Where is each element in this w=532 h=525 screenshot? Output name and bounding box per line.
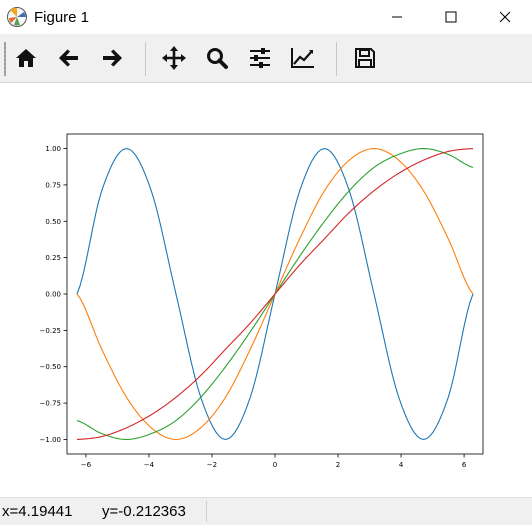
y-tick-label: 0.25: [45, 254, 61, 262]
subplots-icon: [250, 48, 270, 68]
edit-axis-button[interactable]: [287, 42, 319, 74]
forward-arrow-icon: [103, 49, 122, 67]
cursor-y-readout: y=-0.212363: [102, 503, 186, 520]
cursor-x-readout: x=4.19441: [2, 503, 73, 520]
toolbar-separator: [145, 42, 146, 76]
y-tick-label: 0.50: [45, 218, 61, 226]
y-tick-label: −1.00: [40, 436, 61, 444]
close-button[interactable]: [478, 0, 532, 34]
home-button[interactable]: [10, 42, 42, 74]
zoom-button[interactable]: [201, 42, 233, 74]
zoom-icon: [207, 48, 228, 69]
minimize-icon: [392, 16, 402, 18]
save-icon: [355, 48, 375, 68]
y-tick-label: −0.50: [40, 363, 61, 371]
toolbar-separator: [336, 42, 337, 76]
figure-canvas[interactable]: −6 −4 −2 0 2 4 6 1.00 0.75 0.50 0.25 0.00 −0.25 −0.50…: [0, 83, 532, 496]
home-icon: [16, 49, 36, 67]
toolbar-grip[interactable]: [4, 42, 6, 76]
window-title: Figure 1: [34, 8, 90, 26]
back-arrow-icon: [59, 49, 78, 67]
matplotlib-logo-icon: [7, 7, 27, 27]
x-tick-label: 6: [462, 461, 467, 469]
y-tick-label: 0.00: [45, 291, 61, 299]
minimize-button[interactable]: [370, 0, 424, 34]
forward-button[interactable]: [96, 42, 128, 74]
series-line-4: [76, 148, 474, 440]
title-bar: Figure 1: [0, 0, 532, 34]
edit-axis-icon: [291, 48, 314, 68]
maximize-button[interactable]: [424, 0, 478, 34]
pan-icon: [162, 46, 186, 70]
y-tick-label: 1.00: [45, 145, 61, 153]
maximize-icon: [445, 11, 457, 23]
x-tick-label: 0: [273, 461, 277, 469]
x-tick-label: −6: [81, 461, 92, 469]
y-tick-label: −0.75: [40, 400, 61, 408]
x-tick-label: 2: [336, 461, 340, 469]
y-tick-label: −0.25: [40, 327, 61, 335]
pan-button[interactable]: [158, 42, 190, 74]
close-icon: [499, 11, 511, 23]
line-chart[interactable]: −6 −4 −2 0 2 4 6 1.00 0.75 0.50 0.25 0.00 −0.25 −0.50…: [0, 83, 532, 496]
navigation-toolbar: [0, 34, 532, 83]
status-divider: [206, 501, 207, 522]
x-tick-label: −2: [207, 461, 217, 469]
back-button[interactable]: [53, 42, 85, 74]
subplots-button[interactable]: [244, 42, 276, 74]
x-tick-label: −4: [144, 461, 155, 469]
save-button[interactable]: [349, 42, 381, 74]
y-tick-label: 0.75: [45, 181, 61, 189]
x-tick-label: 4: [399, 461, 404, 469]
status-bar: x=4.19441 y=-0.212363: [0, 497, 532, 525]
